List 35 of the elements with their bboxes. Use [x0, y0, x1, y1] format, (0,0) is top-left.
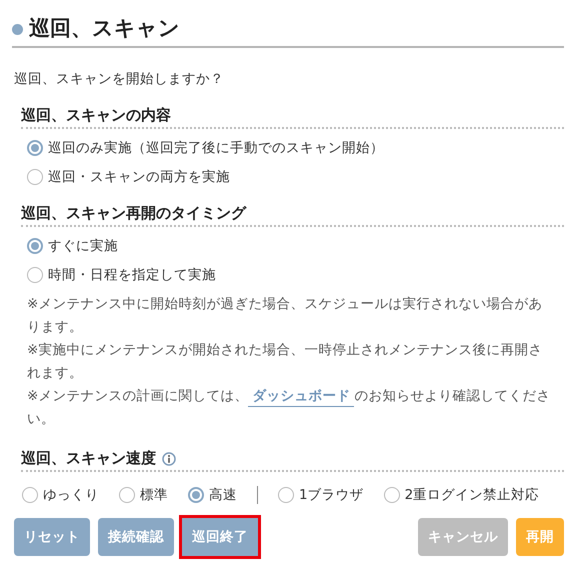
radio-button[interactable] — [188, 487, 204, 503]
title-bullet-icon — [12, 24, 23, 34]
radio-option[interactable]: すぐに実施 — [27, 237, 564, 255]
option-label: 1ブラウザ — [299, 486, 364, 504]
radio-button[interactable] — [119, 487, 135, 503]
radio-button[interactable] — [27, 140, 43, 156]
radio-button[interactable] — [278, 487, 294, 503]
note-text: ※メンテナンス中に開始時刻が過ぎた場合、スケジュールは実行されない場合があります。 — [27, 295, 544, 337]
radio-option[interactable]: 高速 — [188, 486, 237, 504]
radio-button[interactable] — [27, 267, 43, 283]
radio-button[interactable] — [384, 487, 400, 503]
option-label: ゆっくり — [43, 486, 99, 504]
option-label: 巡回・スキャンの両方を実施 — [48, 168, 230, 186]
page-title: 巡回、スキャン — [29, 15, 180, 42]
radio-option[interactable]: 時間・日程を指定して実施 — [27, 266, 564, 284]
radio-option[interactable]: ゆっくり — [22, 486, 99, 504]
radio-option[interactable]: 1ブラウザ — [278, 486, 364, 504]
option-label: 高速 — [209, 486, 237, 504]
note-text: ※メンテナンスの計画に関しては、 ダッシュボード のお知らせより確認してください。 — [27, 387, 552, 429]
section-heading: 巡回、スキャン再開のタイミング — [21, 204, 246, 223]
section-heading: 巡回、スキャンの内容 — [21, 106, 171, 125]
option-label: 時間・日程を指定して実施 — [48, 266, 216, 284]
prompt-text: 巡回、スキャンを開始しますか？ — [14, 70, 225, 88]
option-label: 巡回のみ実施（巡回完了後に手動でのスキャン開始） — [48, 139, 384, 157]
option-label: 標準 — [140, 486, 168, 504]
option-label: すぐに実施 — [48, 237, 118, 255]
radio-button[interactable] — [27, 238, 43, 254]
radio-option[interactable]: 巡回・スキャンの両方を実施 — [27, 168, 564, 186]
info-icon[interactable] — [162, 452, 176, 466]
note-text: ※実施中にメンテナンスが開始された場合、一時停止されメンテナンス後に再開されます。 — [27, 341, 544, 383]
section-heading: 巡回、スキャン速度 — [21, 449, 156, 468]
radio-option[interactable]: 巡回のみ実施（巡回完了後に手動でのスキャン開始） — [27, 139, 564, 157]
radio-button[interactable] — [27, 169, 43, 185]
radio-button[interactable] — [22, 487, 38, 503]
radio-option[interactable]: 標準 — [119, 486, 168, 504]
